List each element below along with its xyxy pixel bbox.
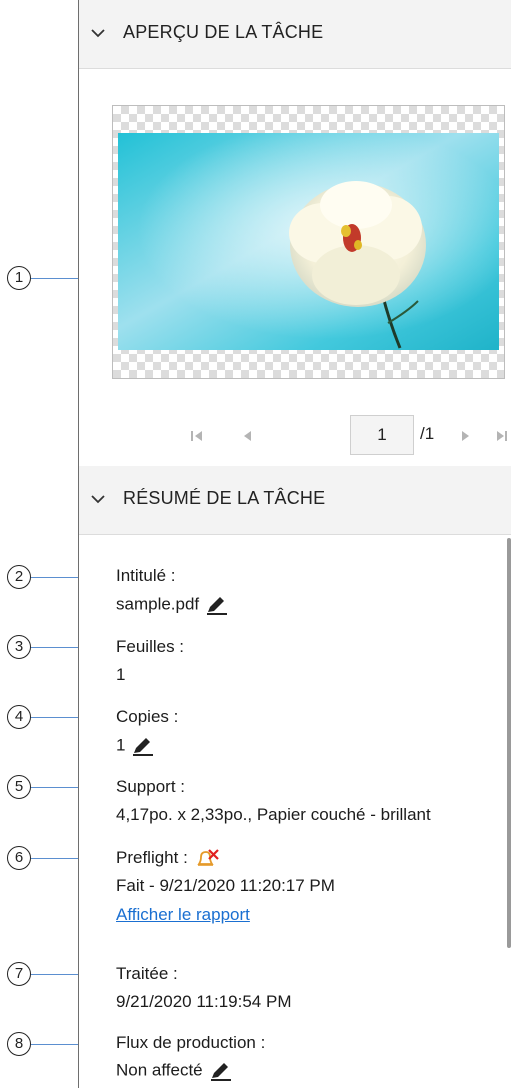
sheets-label: Feuilles : — [116, 637, 185, 656]
job-details-panel: APERÇU DE LA TÂCHE 1 /1 RÉSUMÉ DE LA TÂC… — [78, 0, 511, 1088]
job-preview-title: APERÇU DE LA TÂCHE — [123, 22, 324, 42]
callout-6: 6 — [7, 846, 31, 870]
callout-4: 4 — [7, 705, 31, 729]
copies-value: 1 — [116, 735, 126, 755]
callout-2: 2 — [7, 565, 31, 589]
processed-value: 9/21/2020 11:19:54 PM — [116, 992, 292, 1011]
callout-1: 1 — [7, 266, 31, 290]
first-page-icon[interactable] — [187, 426, 207, 446]
title-value-row: sample.pdf — [116, 594, 229, 616]
job-preview-header[interactable]: APERÇU DE LA TÂCHE — [79, 0, 511, 69]
summary-scrollbar[interactable] — [507, 538, 511, 948]
callout-5: 5 — [7, 775, 31, 799]
preflight-value: Fait - 9/21/2020 11:20:17 PM — [116, 876, 335, 895]
job-summary-title: RÉSUMÉ DE LA TÂCHE — [123, 488, 326, 508]
media-label: Support : — [116, 777, 185, 796]
copies-label: Copies : — [116, 707, 179, 726]
job-summary-header[interactable]: RÉSUMÉ DE LA TÂCHE — [79, 466, 511, 535]
workflow-value: Non affecté — [116, 1060, 203, 1080]
next-page-icon[interactable] — [456, 426, 476, 446]
copies-value-row: 1 — [116, 735, 155, 757]
flower-image — [118, 133, 499, 350]
callout-8: 8 — [7, 1032, 31, 1056]
media-value: 4,17po. x 2,33po., Papier couché - brill… — [116, 805, 431, 824]
pencil-icon[interactable] — [205, 594, 229, 616]
prev-page-icon[interactable] — [237, 426, 257, 446]
title-label: Intitulé : — [116, 566, 176, 585]
sheets-value: 1 — [116, 665, 126, 684]
pencil-icon[interactable] — [131, 735, 155, 757]
page-number-input[interactable]: 1 — [350, 415, 414, 455]
processed-label: Traitée : — [116, 964, 178, 983]
callout-7: 7 — [7, 962, 31, 986]
page-total: /1 — [420, 424, 435, 443]
pencil-icon[interactable] — [209, 1060, 233, 1082]
job-preview-thumbnail[interactable] — [112, 105, 505, 379]
page-navigator: 1 /1 — [179, 415, 479, 457]
bell-error-icon — [196, 848, 219, 866]
preflight-label-row: Preflight : — [116, 848, 219, 869]
view-report-link[interactable]: Afficher le rapport — [116, 905, 250, 925]
workflow-label: Flux de production : — [116, 1033, 266, 1052]
preflight-label: Preflight : — [116, 848, 188, 867]
last-page-icon[interactable] — [495, 426, 511, 446]
callout-3: 3 — [7, 635, 31, 659]
chevron-down-icon[interactable] — [91, 493, 105, 505]
workflow-value-row: Non affecté — [116, 1060, 233, 1082]
chevron-down-icon[interactable] — [91, 27, 105, 39]
title-value: sample.pdf — [116, 594, 200, 614]
